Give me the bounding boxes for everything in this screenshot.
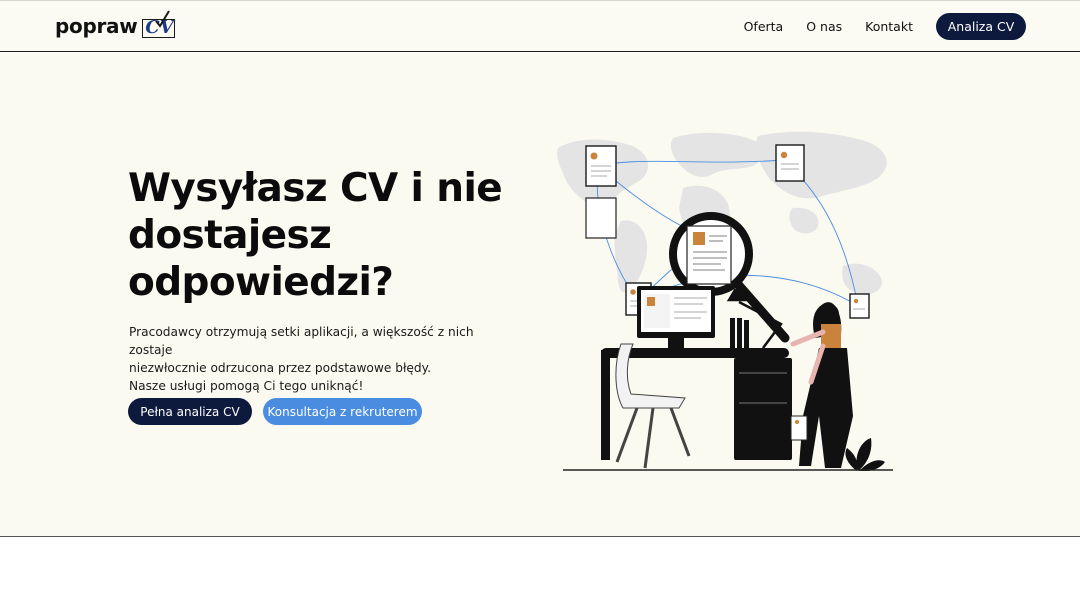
- site-header: popraw CV Oferta O nas Kontakt Analiza C…: [0, 0, 1080, 52]
- chair-icon: [615, 343, 691, 469]
- hero-headline: Wysyłasz CV i nie dostajesz odpowiedzi?: [128, 166, 503, 305]
- hero-illustration: [557, 131, 893, 471]
- woman-icon: [790, 302, 853, 468]
- nav-o-nas[interactable]: O nas: [806, 19, 842, 34]
- hero-section: Wysyłasz CV i nie dostajesz odpowiedzi? …: [0, 53, 1080, 537]
- recruiter-consultation-button[interactable]: Konsultacja z rekruterem: [263, 398, 422, 425]
- main-nav: Oferta O nas Kontakt Analiza CV: [744, 13, 1026, 40]
- logo[interactable]: popraw CV: [55, 9, 179, 43]
- subtext-line: Pracodawcy otrzymują setki aplikacji, a …: [129, 325, 474, 357]
- nav-kontakt[interactable]: Kontakt: [865, 19, 913, 34]
- hero-subtext: Pracodawcy otrzymują setki aplikacji, a …: [129, 323, 509, 395]
- full-cv-analysis-button[interactable]: Pełna analiza CV: [128, 398, 252, 425]
- subtext-line: niezwłocznie odrzucona przez podstawowe …: [129, 361, 432, 375]
- cv-card-icon: [585, 197, 617, 239]
- nav-oferta[interactable]: Oferta: [744, 19, 784, 34]
- checkmark-icon: [155, 10, 171, 28]
- logo-text: popraw: [55, 14, 138, 38]
- subtext-line: Nasze usługi pomogą Ci tego uniknąć!: [129, 379, 364, 393]
- monitor-icon: [637, 286, 715, 348]
- books-icon: [730, 318, 749, 348]
- logo-cv-mark: CV: [139, 9, 179, 43]
- plant-icon: [845, 438, 885, 471]
- analiza-cv-button[interactable]: Analiza CV: [936, 13, 1026, 40]
